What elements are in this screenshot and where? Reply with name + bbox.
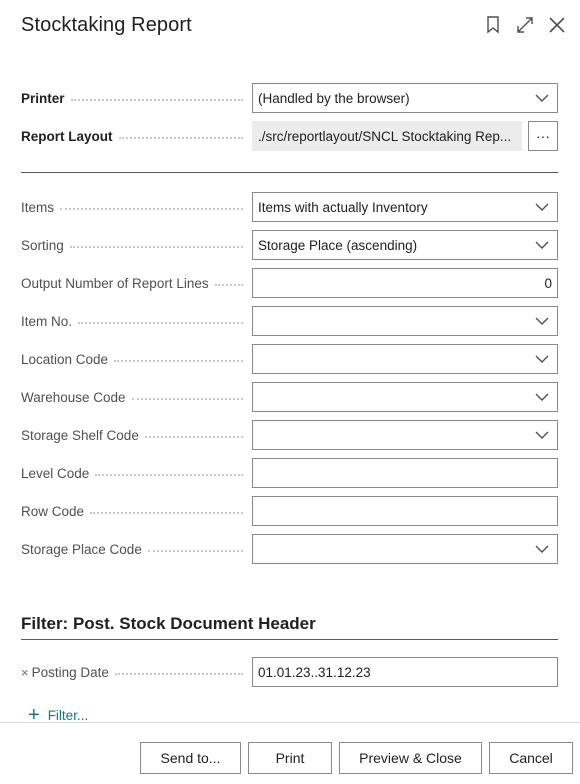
- chevron-down-icon: [535, 317, 549, 325]
- row-code-label: Row Code: [21, 496, 243, 526]
- sorting-row: Sorting Storage Place (ascending): [21, 230, 558, 260]
- location-code-select[interactable]: [252, 344, 558, 374]
- chevron-down-icon: [535, 203, 549, 211]
- expand-icon[interactable]: [514, 14, 536, 36]
- output-lines-row: Output Number of Report Lines 0: [21, 268, 558, 298]
- remove-filter-icon[interactable]: ×: [21, 665, 29, 680]
- posting-date-value: 01.01.23..31.12.23: [258, 664, 371, 680]
- item-no-select[interactable]: [252, 306, 558, 336]
- preview-close-button[interactable]: Preview & Close: [339, 742, 482, 774]
- chevron-down-icon: [535, 431, 549, 439]
- printer-label: Printer: [21, 83, 243, 113]
- report-layout-row: Report Layout ./src/reportlayout/SNCL St…: [21, 121, 558, 151]
- warehouse-code-row: Warehouse Code: [21, 382, 558, 412]
- output-lines-input[interactable]: 0: [252, 268, 558, 298]
- item-no-label: Item No.: [21, 306, 243, 336]
- storage-place-code-label: Storage Place Code: [21, 534, 243, 564]
- sorting-label: Sorting: [21, 230, 243, 260]
- posting-date-row: × Posting Date 01.01.23..31.12.23: [21, 657, 558, 687]
- location-code-label: Location Code: [21, 344, 243, 374]
- report-layout-assist-button[interactable]: ···: [528, 121, 558, 151]
- bookmark-icon[interactable]: [482, 14, 504, 36]
- dialog-title: Stocktaking Report: [21, 14, 192, 36]
- chevron-down-icon: [535, 545, 549, 553]
- output-lines-label: Output Number of Report Lines: [21, 268, 243, 298]
- location-code-row: Location Code: [21, 344, 558, 374]
- filter-section-divider: [21, 639, 558, 640]
- storage-shelf-code-label: Storage Shelf Code: [21, 420, 243, 450]
- close-icon[interactable]: [546, 14, 568, 36]
- footer-divider: [0, 722, 580, 723]
- report-layout-value: ./src/reportlayout/SNCL Stocktaking Rep.…: [258, 128, 512, 144]
- print-button[interactable]: Print: [248, 742, 332, 774]
- printer-row: Printer (Handled by the browser): [21, 83, 558, 113]
- send-to-button[interactable]: Send to...: [140, 742, 241, 774]
- report-layout-field: ./src/reportlayout/SNCL Stocktaking Rep.…: [252, 121, 522, 151]
- section-divider: [21, 172, 558, 173]
- storage-place-code-row: Storage Place Code: [21, 534, 558, 564]
- sorting-select[interactable]: Storage Place (ascending): [252, 230, 558, 260]
- level-code-input[interactable]: [252, 458, 558, 488]
- items-value: Items with actually Inventory: [258, 199, 428, 215]
- posting-date-input[interactable]: 01.01.23..31.12.23: [252, 657, 558, 687]
- filter-section-title: Filter: Post. Stock Document Header: [21, 614, 316, 633]
- items-label: Items: [21, 192, 243, 222]
- cancel-button[interactable]: Cancel: [489, 742, 573, 774]
- warehouse-code-label: Warehouse Code: [21, 382, 243, 412]
- printer-value: (Handled by the browser): [258, 90, 410, 106]
- warehouse-code-select[interactable]: [252, 382, 558, 412]
- chevron-down-icon: [535, 94, 549, 102]
- output-lines-value: 0: [544, 275, 552, 291]
- items-select[interactable]: Items with actually Inventory: [252, 192, 558, 222]
- row-code-input[interactable]: [252, 496, 558, 526]
- chevron-down-icon: [535, 355, 549, 363]
- items-row: Items Items with actually Inventory: [21, 192, 558, 222]
- sorting-value: Storage Place (ascending): [258, 237, 418, 253]
- level-code-label: Level Code: [21, 458, 243, 488]
- item-no-row: Item No.: [21, 306, 558, 336]
- add-filter-label: Filter...: [47, 707, 89, 723]
- chevron-down-icon: [535, 241, 549, 249]
- posting-date-label: × Posting Date: [21, 657, 243, 687]
- row-code-row: Row Code: [21, 496, 558, 526]
- chevron-down-icon: [535, 393, 549, 401]
- level-code-row: Level Code: [21, 458, 558, 488]
- storage-shelf-code-row: Storage Shelf Code: [21, 420, 558, 450]
- storage-place-code-select[interactable]: [252, 534, 558, 564]
- report-layout-label: Report Layout: [21, 121, 243, 151]
- storage-shelf-code-select[interactable]: [252, 420, 558, 450]
- printer-select[interactable]: (Handled by the browser): [252, 83, 558, 113]
